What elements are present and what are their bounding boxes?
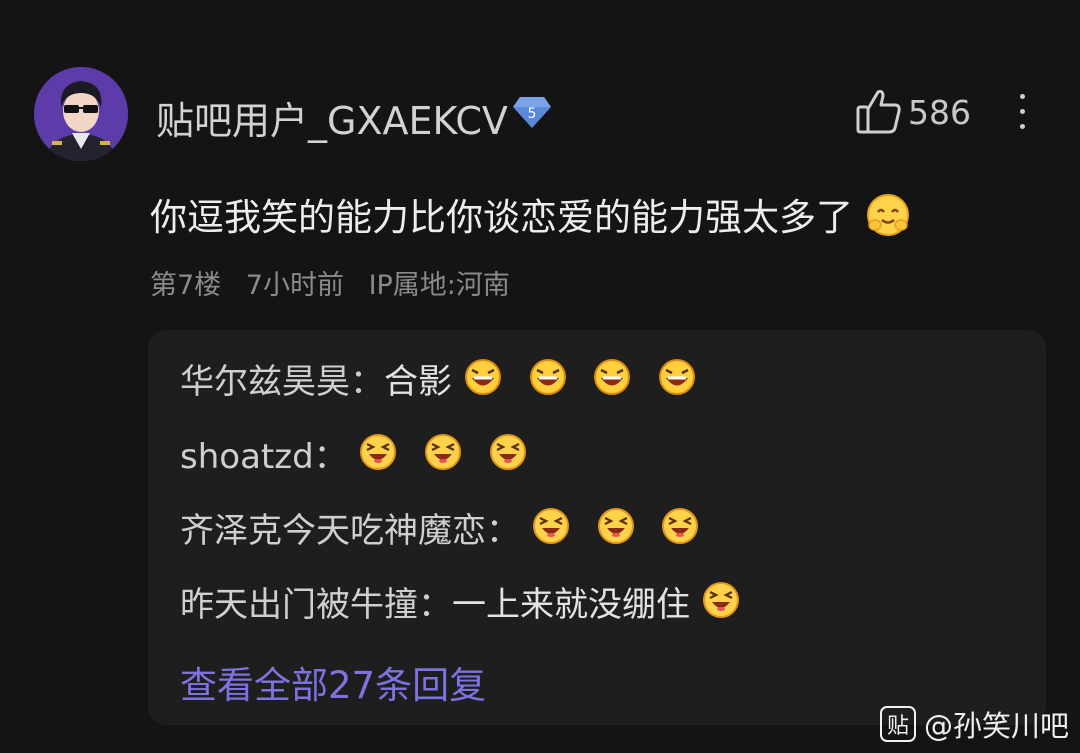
level-number: 5	[528, 106, 537, 122]
watermark-handle: @孙笑川吧	[924, 709, 1070, 743]
tieba-logo-icon: 贴	[880, 706, 916, 742]
sub-replies-box[interactable]: 华尔兹昊昊：合影 shoatzd： 齐泽克今天吃神魔恋： 昨天出门被牛撞：一上来…	[148, 330, 1046, 725]
ip-location: IP属地:河南	[368, 270, 510, 301]
like-count: 586	[908, 93, 971, 132]
sub-reply-author[interactable]: shoatzd：	[180, 437, 348, 477]
squinting-laugh-emoji-icon	[701, 580, 741, 633]
sub-reply-author[interactable]: 华尔兹昊昊：	[180, 362, 384, 402]
floor-number: 第7楼	[150, 270, 222, 301]
squinting-laugh-emoji-icon	[488, 432, 528, 485]
username[interactable]: 贴吧用户_GXAEKCV	[156, 90, 508, 145]
level-badge: 5	[512, 94, 552, 130]
sub-reply[interactable]: 昨天出门被牛撞：一上来就没绷住	[180, 580, 755, 628]
squinting-laugh-emoji-icon	[660, 506, 700, 559]
squinting-laugh-emoji-icon	[358, 432, 398, 485]
sub-reply[interactable]: 齐泽克今天吃神魔恋：	[180, 506, 714, 554]
view-all-replies-link[interactable]: 查看全部27条回复	[180, 655, 486, 709]
laughing-open-mouth-emoji-icon	[657, 357, 697, 410]
laughing-open-mouth-emoji-icon	[528, 357, 568, 410]
sub-reply-author[interactable]: 齐泽克今天吃神魔恋：	[180, 511, 520, 551]
avatar[interactable]	[34, 67, 128, 161]
comment-text: 你逗我笑的能力比你谈恋爱的能力强太多了	[150, 196, 853, 239]
squinting-laugh-emoji-icon	[596, 506, 636, 559]
laughing-open-mouth-emoji-icon	[463, 357, 503, 410]
sub-reply[interactable]: shoatzd：	[180, 432, 542, 480]
comment-meta: 第7楼 7小时前 IP属地:河南	[150, 263, 526, 302]
post-time: 7小时前	[245, 270, 344, 301]
thumbs-up-icon[interactable]	[855, 86, 903, 136]
more-options-icon[interactable]	[1008, 90, 1036, 134]
comment-body: 你逗我笑的能力比你谈恋爱的能力强太多了	[150, 187, 911, 247]
sub-reply-text: 合影	[384, 362, 452, 402]
sub-reply-author[interactable]: 昨天出门被牛撞：	[180, 585, 452, 625]
blushing-smile-emoji-icon	[865, 192, 911, 247]
laughing-open-mouth-emoji-icon	[592, 357, 632, 410]
watermark: 贴 @孙笑川吧	[880, 705, 1069, 743]
squinting-laugh-emoji-icon	[423, 432, 463, 485]
sub-reply[interactable]: 华尔兹昊昊：合影	[180, 357, 711, 405]
squinting-laugh-emoji-icon	[531, 506, 571, 559]
sub-reply-text: 一上来就没绷住	[452, 585, 690, 625]
